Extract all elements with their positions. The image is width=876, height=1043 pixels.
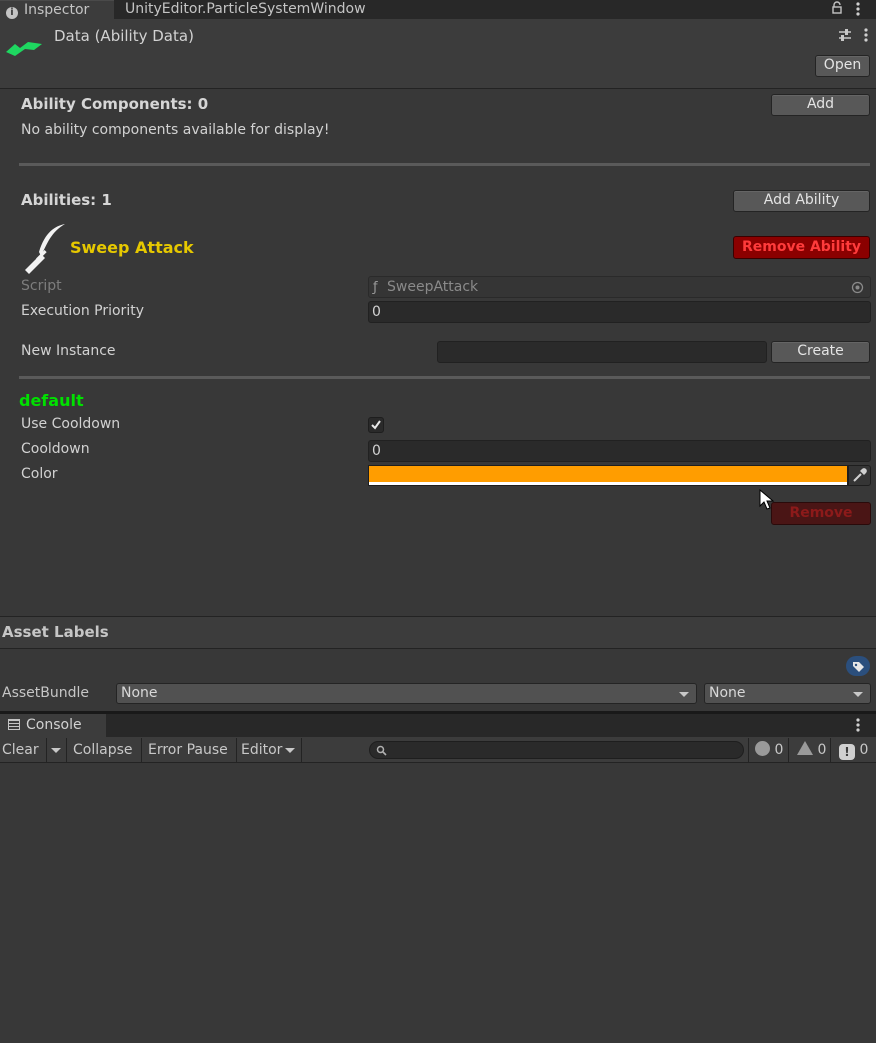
script-field: ƒ SweepAttack xyxy=(368,276,871,298)
instance-name: default xyxy=(19,391,84,410)
search-icon xyxy=(376,745,387,756)
eyedropper-icon xyxy=(853,468,867,482)
tab-console-label: Console xyxy=(26,717,82,733)
create-button[interactable]: Create xyxy=(771,341,870,363)
info-message-icon xyxy=(755,741,770,756)
console-log-area[interactable] xyxy=(0,764,876,1043)
add-ability-button[interactable]: Add Ability xyxy=(733,190,870,212)
execution-priority-field[interactable]: 0 xyxy=(368,301,871,323)
clear-button[interactable]: Clear xyxy=(2,738,47,762)
no-components-message: No ability components available for disp… xyxy=(21,122,330,138)
warning-count: 0 xyxy=(817,742,827,758)
editor-label: Editor xyxy=(241,742,283,758)
chevron-down-icon xyxy=(679,692,689,697)
sickle-icon xyxy=(21,222,67,274)
use-cooldown-label: Use Cooldown xyxy=(21,416,121,432)
header-divider xyxy=(0,88,876,89)
tab-inspector-label: Inspector xyxy=(24,2,90,18)
cooldown-label: Cooldown xyxy=(21,441,90,457)
assetbundle-variant-value: None xyxy=(709,685,746,701)
chevron-down-icon xyxy=(285,748,295,753)
abilities-title: Abilities: 1 xyxy=(21,191,112,209)
inspector-title: Data (Ability Data) xyxy=(54,27,194,45)
new-instance-field[interactable] xyxy=(437,341,767,363)
script-field-value: SweepAttack xyxy=(387,279,479,295)
console-menu-kebab-icon[interactable] xyxy=(853,717,863,733)
ability-name: Sweep Attack xyxy=(70,238,194,257)
ability-data-asset-icon xyxy=(6,36,44,60)
instance-separator xyxy=(19,376,870,379)
new-instance-label: New Instance xyxy=(21,343,116,359)
execution-priority-label: Execution Priority xyxy=(21,303,144,319)
object-picker-icon[interactable] xyxy=(851,280,864,294)
tab-particle-system[interactable]: UnityEditor.ParticleSystemWindow xyxy=(125,0,370,19)
asset-labels-title: Asset Labels xyxy=(2,623,109,641)
color-field[interactable] xyxy=(368,465,848,486)
collapse-label: Collapse xyxy=(73,742,133,758)
error-icon: ! xyxy=(839,744,855,760)
assetbundle-dropdown-value: None xyxy=(121,685,158,701)
chevron-down-icon xyxy=(51,748,61,753)
header-menu-kebab-icon[interactable] xyxy=(861,27,871,43)
ability-components-title: Ability Components: 0 xyxy=(21,95,209,113)
asset-labels-divider xyxy=(0,648,876,649)
assetbundle-variant-dropdown[interactable]: None xyxy=(704,683,871,704)
script-file-icon: ƒ xyxy=(373,280,378,295)
warning-icon xyxy=(797,741,813,755)
lock-icon[interactable] xyxy=(831,1,843,15)
open-button[interactable]: Open xyxy=(815,55,870,77)
label-tag-button[interactable] xyxy=(846,656,870,676)
tag-icon xyxy=(853,662,864,672)
color-swatch xyxy=(369,466,847,482)
collapse-toggle[interactable]: Collapse xyxy=(67,738,142,762)
error-count: 0 xyxy=(859,742,869,758)
chevron-down-icon xyxy=(853,692,863,697)
remove-instance-button[interactable]: Remove xyxy=(771,502,871,525)
log-filter-toggle[interactable]: 0 xyxy=(748,738,789,762)
error-pause-label: Error Pause xyxy=(148,742,228,758)
console-icon xyxy=(8,719,20,730)
use-cooldown-checkbox[interactable] xyxy=(368,417,384,433)
remove-ability-button[interactable]: Remove Ability xyxy=(733,236,870,259)
eyedropper-button[interactable] xyxy=(848,465,871,486)
assetbundle-dropdown[interactable]: None xyxy=(116,683,697,704)
color-label: Color xyxy=(21,466,58,482)
warning-filter-toggle[interactable]: 0 xyxy=(789,738,831,762)
clear-label: Clear xyxy=(2,742,39,758)
console-search-input[interactable] xyxy=(369,741,744,759)
console-tab-bar xyxy=(0,714,876,737)
tab-particle-label: UnityEditor.ParticleSystemWindow xyxy=(125,1,366,17)
script-label: Script xyxy=(21,278,62,294)
assetbundle-label: AssetBundle xyxy=(2,685,90,701)
info-icon: i xyxy=(6,7,18,19)
clear-options-dropdown[interactable] xyxy=(47,738,67,762)
error-pause-toggle[interactable]: Error Pause xyxy=(142,738,237,762)
checkmark-icon xyxy=(371,420,381,430)
section-separator xyxy=(19,163,870,166)
presets-icon[interactable] xyxy=(838,28,852,42)
editor-target-dropdown[interactable]: Editor xyxy=(237,738,302,762)
asset-labels-header xyxy=(0,617,876,648)
tab-console[interactable]: Console xyxy=(0,714,106,737)
cooldown-field[interactable]: 0 xyxy=(368,440,871,462)
error-filter-toggle[interactable]: ! 0 xyxy=(831,738,876,762)
tab-inspector[interactable]: i Inspector xyxy=(0,0,114,19)
log-count: 0 xyxy=(774,742,784,758)
tab-menu-kebab-icon[interactable] xyxy=(853,1,863,17)
add-component-button[interactable]: Add xyxy=(771,94,870,116)
